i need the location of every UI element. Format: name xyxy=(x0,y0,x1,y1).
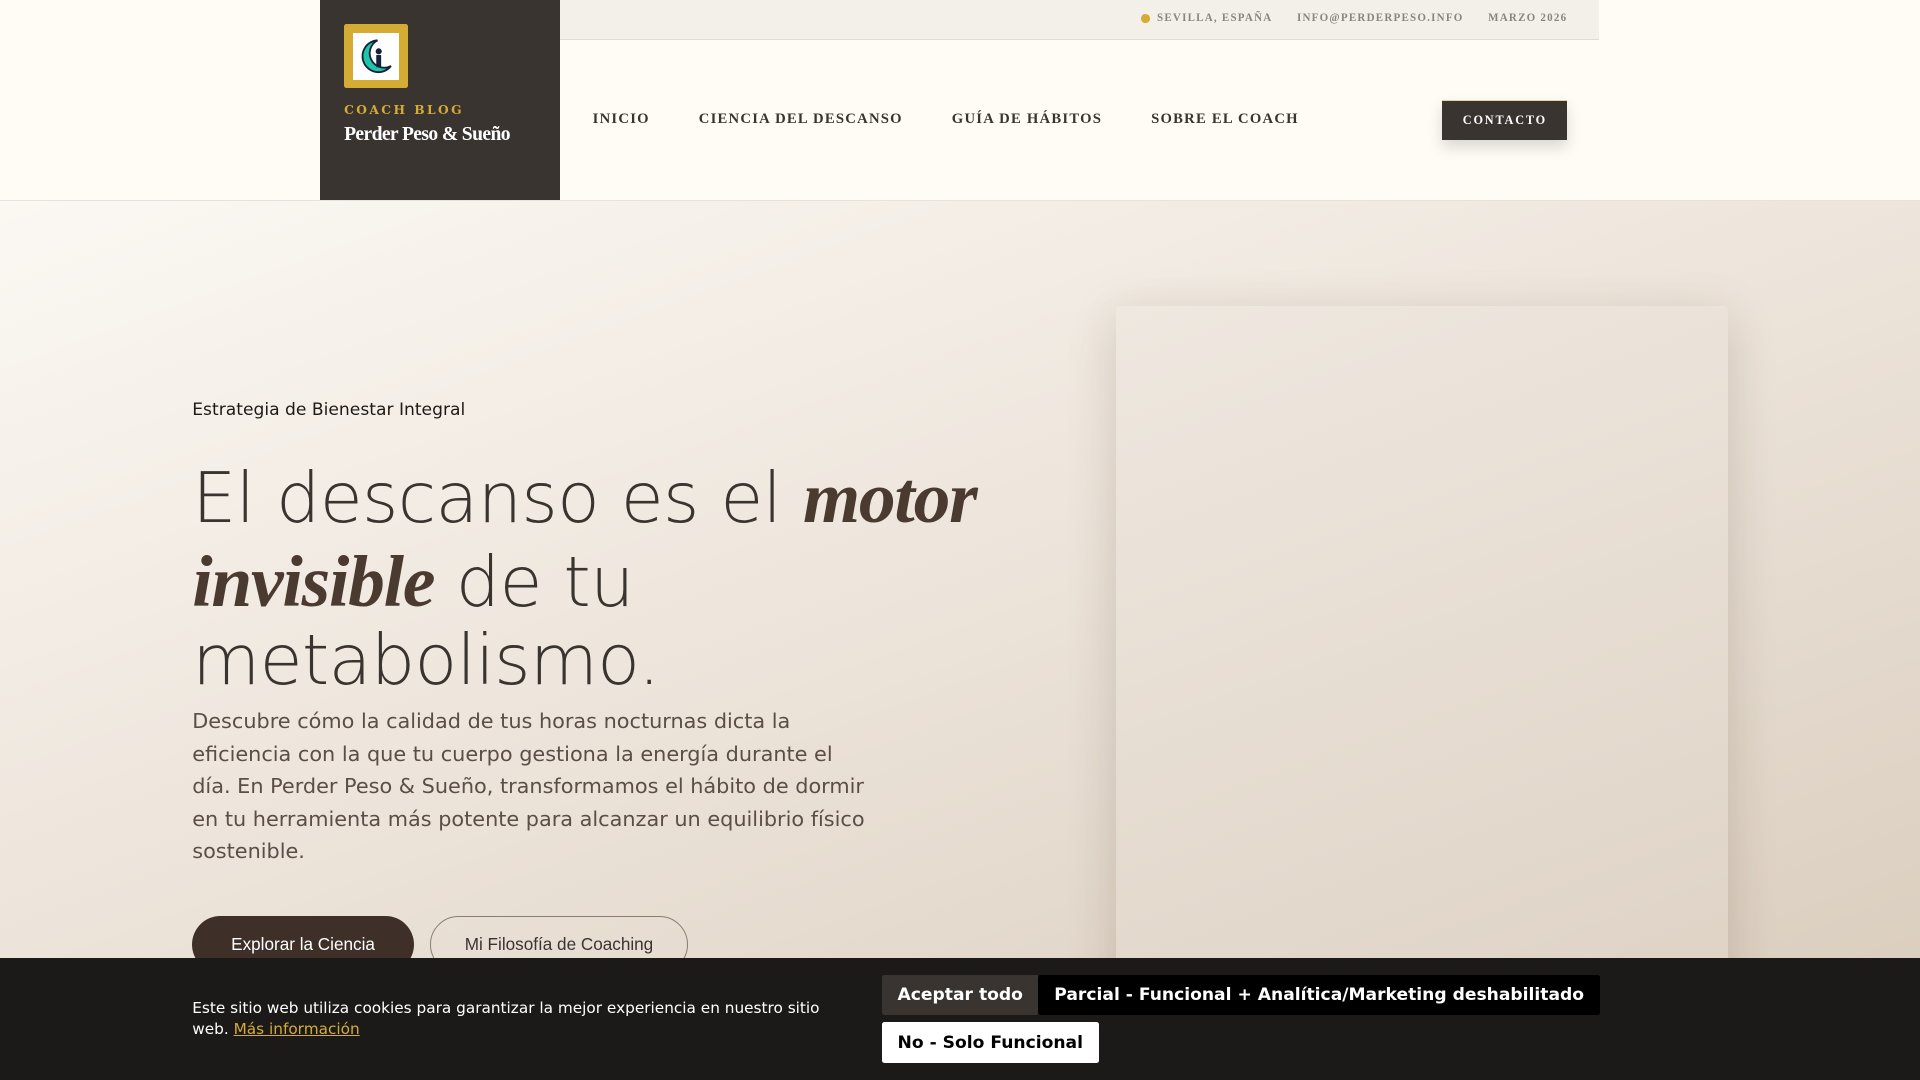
cookie-text: Este sitio web utiliza cookies para gara… xyxy=(192,998,853,1040)
top-bar: SEVILLA, ESPAÑA INFO@PERDERPESO.INFO MAR… xyxy=(559,0,1600,41)
moon-person-icon xyxy=(361,39,392,74)
nav-sobre[interactable]: SOBRE EL COACH xyxy=(1151,111,1299,128)
location: SEVILLA, ESPAÑA xyxy=(1141,12,1272,24)
nav-inicio[interactable]: INICIO xyxy=(593,111,650,128)
main-nav: INICIO CIENCIA DEL DESCANSO GUÍA DE HÁBI… xyxy=(593,111,1299,128)
brand-block[interactable]: COACH BLOG Perder Peso & Sueño xyxy=(319,0,560,200)
nav-guia[interactable]: GUÍA DE HÁBITOS xyxy=(952,111,1102,128)
accept-all-button[interactable]: Aceptar todo xyxy=(881,974,1039,1016)
location-text: SEVILLA, ESPAÑA xyxy=(1156,12,1273,25)
email-link[interactable]: INFO@PERDERPESO.INFO xyxy=(1297,12,1464,24)
logo[interactable] xyxy=(344,24,408,89)
location-dot-icon xyxy=(1141,14,1150,23)
hero-eyebrow: Estrategia de Bienestar Integral xyxy=(192,400,466,421)
cookie-banner: Este sitio web utiliza cookies para gara… xyxy=(0,957,1920,1080)
date: MARZO 2026 xyxy=(1488,12,1568,25)
heading-part: El descanso es el xyxy=(192,457,804,539)
more-info-link[interactable]: Más información xyxy=(234,1020,360,1038)
hero-image-card xyxy=(1115,306,1728,1066)
contact-button[interactable]: CONTACTO xyxy=(1442,100,1568,140)
reject-button[interactable]: No - Solo Funcional xyxy=(881,1022,1099,1063)
brand-title: Perder Peso & Sueño xyxy=(344,124,510,146)
partial-button[interactable]: Parcial - Funcional + Analítica/Marketin… xyxy=(1038,974,1600,1016)
hero-lead: Descubre cómo la calidad de tus horas no… xyxy=(192,709,865,864)
brand-subtitle: COACH BLOG xyxy=(344,102,465,117)
nav-ciencia[interactable]: CIENCIA DEL DESCANSO xyxy=(699,111,903,128)
hero-heading: El descanso es el motor invisible de tu … xyxy=(192,456,1049,697)
